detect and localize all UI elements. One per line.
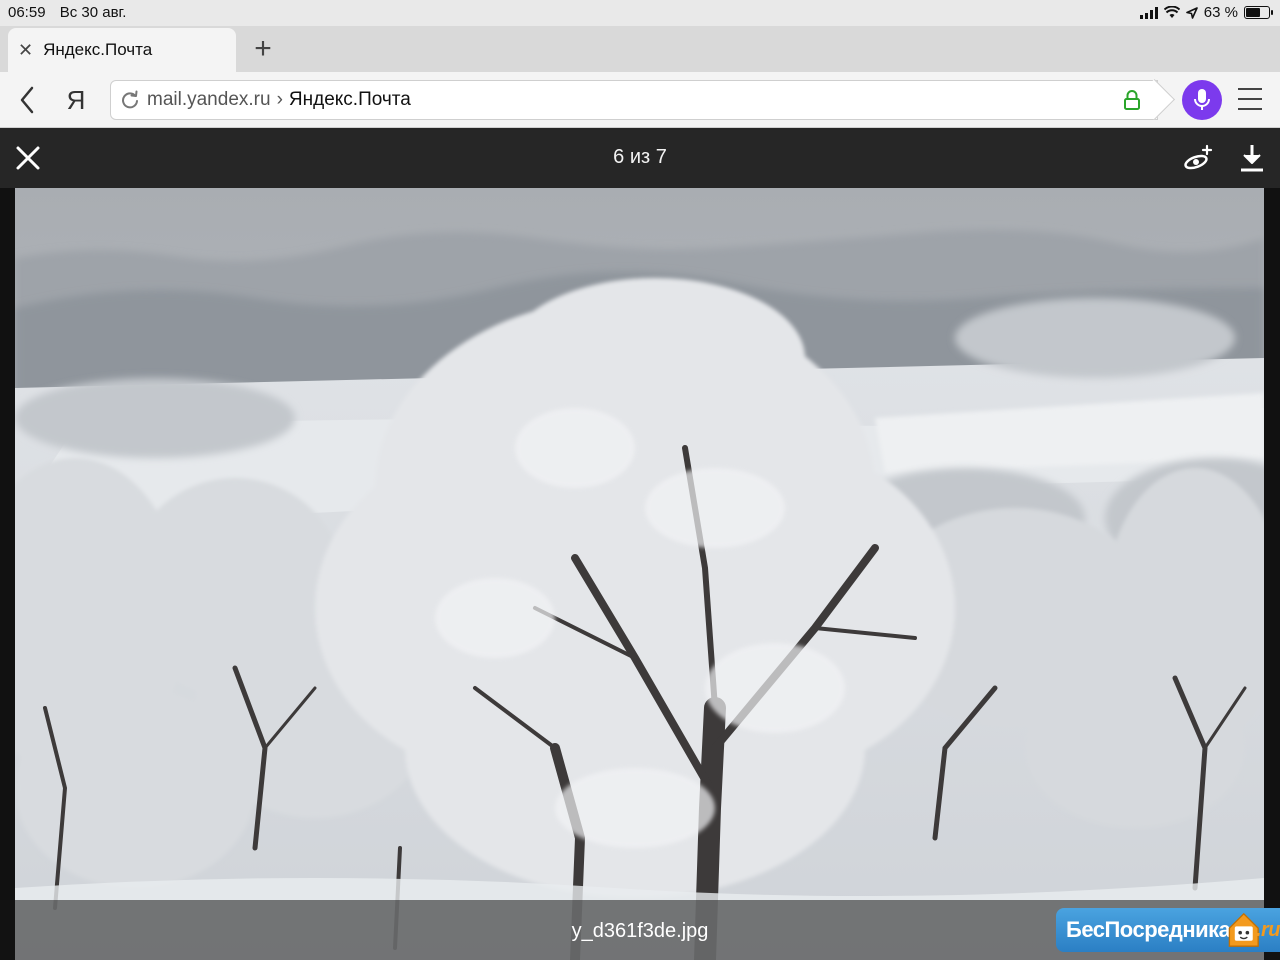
- tab-strip: ✕ Яндекс.Почта +: [0, 26, 1280, 72]
- tab-label: Яндекс.Почта: [43, 40, 153, 59]
- wifi-icon: [1163, 6, 1180, 18]
- url-page-title: Яндекс.Почта: [288, 89, 411, 110]
- disk-icon[interactable]: [1182, 142, 1214, 174]
- bezposrednika-watermark: БесПосредника .ru: [1056, 908, 1280, 952]
- cellular-signal-icon: [1139, 6, 1158, 19]
- yandex-home-button[interactable]: Я: [64, 82, 88, 118]
- tab-close-icon[interactable]: ✕: [18, 41, 33, 59]
- status-bar: 06:59 Вс 30 авг. 63 %: [0, 0, 1280, 26]
- photo-illustration: [15, 188, 1264, 960]
- download-icon[interactable]: [1238, 142, 1266, 174]
- menu-icon[interactable]: [1238, 88, 1262, 110]
- new-tab-button[interactable]: +: [248, 32, 278, 66]
- url-separator: ›: [276, 89, 283, 110]
- microphone-icon: [1194, 89, 1210, 110]
- status-left: 06:59 Вс 30 авг.: [8, 4, 136, 21]
- url-field[interactable]: mail.yandex.ru › Яндекс.Почта: [110, 80, 1158, 120]
- voice-assistant-button[interactable]: [1182, 80, 1222, 120]
- tab-yandex-mail[interactable]: ✕ Яндекс.Почта: [8, 28, 236, 72]
- watermark-text: БесПосредника: [1066, 917, 1231, 942]
- winter-landscape-photo[interactable]: [15, 188, 1264, 960]
- battery-fill: [1246, 8, 1260, 17]
- url-domain: mail.yandex.ru: [147, 89, 271, 110]
- back-icon[interactable]: [14, 82, 40, 118]
- address-bar-area: Я mail.yandex.ru › Яндекс.Почта: [0, 72, 1280, 128]
- reload-icon[interactable]: [119, 89, 141, 111]
- battery-percent: 63 %: [1203, 4, 1238, 21]
- image-viewer: 6 из 7 y_d361f3de.jpg БесПосредника .ru: [0, 128, 1280, 960]
- status-date: Вс 30 авг.: [59, 4, 127, 21]
- image-counter: 6 из 7: [613, 146, 667, 168]
- status-right: 63 %: [1139, 4, 1273, 21]
- battery-icon: [1244, 6, 1273, 19]
- viewer-toolbar: 6 из 7: [0, 128, 1280, 188]
- location-arrow-icon: [1185, 6, 1198, 19]
- watermark-suffix: .ru: [1255, 918, 1280, 941]
- lock-icon[interactable]: [1123, 89, 1141, 111]
- status-time: 06:59: [8, 4, 46, 21]
